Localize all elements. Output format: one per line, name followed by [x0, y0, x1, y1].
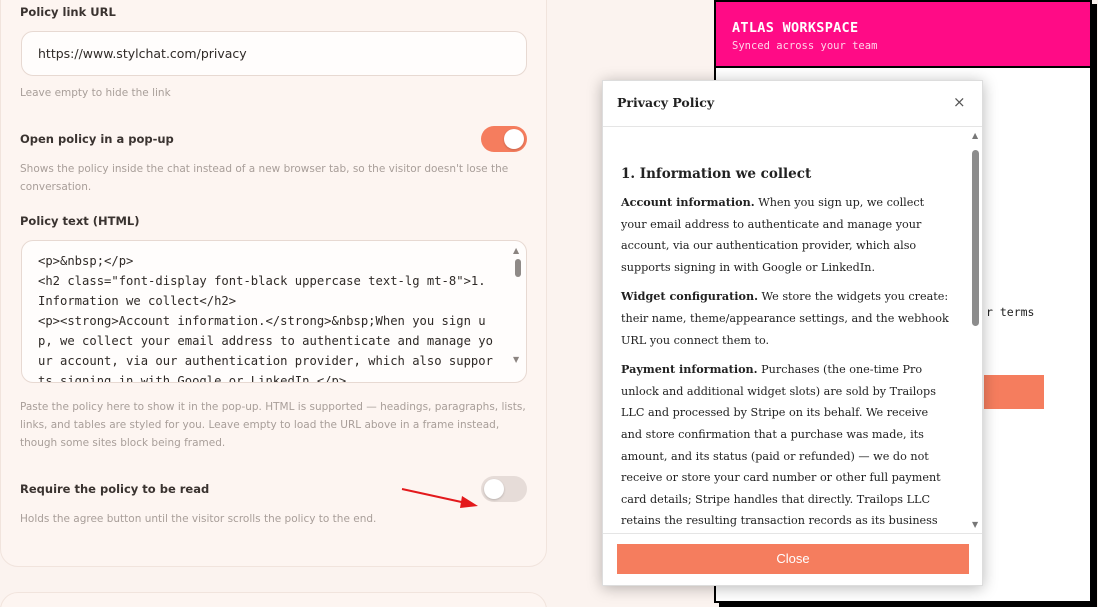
preview-terms-text: r terms — [986, 305, 1035, 319]
policy-url-input[interactable]: https://www.stylchat.com/privacy — [21, 31, 527, 76]
policy-paragraph: Widget configuration. We store the widge… — [621, 286, 951, 351]
require-read-label: Require the policy to be read — [20, 482, 210, 496]
policy-text-content: <p>&nbsp;</p> <h2 class="font-display fo… — [38, 254, 493, 383]
paragraph-text: Purchases (the one-time Pro unlock and a… — [621, 363, 941, 528]
scroll-down-icon[interactable]: ▼ — [972, 520, 978, 529]
policy-settings-card: Policy link URL https://www.stylchat.com… — [0, 0, 547, 567]
modal-body: 1. Information we collect Account inform… — [603, 128, 968, 532]
paragraph-strong: Account information. — [621, 195, 755, 209]
paragraph-strong: Widget configuration. — [621, 289, 758, 304]
toggle-knob — [504, 129, 524, 149]
policy-text-help: Paste the policy here to show it in the … — [20, 401, 526, 449]
preview-title: ATLAS WORKSPACE — [732, 20, 859, 36]
scroll-up-icon[interactable]: ▲ — [513, 246, 519, 255]
policy-text-label: Policy text (HTML) — [20, 214, 140, 228]
preview-agree-button[interactable] — [984, 375, 1044, 409]
preview-header: ATLAS WORKSPACE Synced across your team — [716, 2, 1090, 68]
close-button[interactable]: Close — [617, 544, 969, 574]
modal-footer: Close — [603, 533, 982, 585]
modal-header: Privacy Policy × — [603, 81, 982, 127]
toggle-knob — [484, 479, 504, 499]
require-read-help: Holds the agree button until the visitor… — [20, 513, 377, 525]
scroll-thumb[interactable] — [972, 150, 979, 326]
modal-scrollbar[interactable]: ▲ ▼ — [969, 128, 982, 532]
popup-label: Open policy in a pop-up — [20, 132, 174, 146]
next-settings-card — [0, 592, 547, 607]
popup-help: Shows the policy inside the chat instead… — [20, 163, 509, 193]
popup-toggle[interactable] — [481, 126, 527, 152]
policy-text-textarea[interactable]: <p>&nbsp;</p> <h2 class="font-display fo… — [21, 240, 527, 383]
policy-paragraph: Payment information. Purchases (the one-… — [621, 359, 951, 532]
scroll-thumb[interactable] — [515, 259, 521, 277]
modal-title: Privacy Policy — [617, 95, 715, 110]
scroll-up-icon[interactable]: ▲ — [972, 131, 978, 140]
textarea-scrollbar[interactable]: ▲ ▼ — [512, 243, 524, 382]
paragraph-strong: Payment information. — [621, 362, 758, 377]
preview-subtitle: Synced across your team — [732, 40, 878, 52]
scroll-down-icon[interactable]: ▼ — [513, 355, 519, 364]
policy-heading: 1. Information we collect — [621, 166, 812, 182]
red-arrow-annotation — [401, 488, 478, 508]
privacy-policy-modal: Privacy Policy × 1. Information we colle… — [602, 80, 983, 586]
require-read-toggle[interactable] — [481, 476, 527, 502]
close-icon[interactable]: × — [953, 93, 966, 111]
policy-url-help: Leave empty to hide the link — [20, 87, 171, 99]
policy-url-label: Policy link URL — [20, 5, 116, 19]
policy-content: 1. Information we collect Account inform… — [621, 166, 951, 532]
policy-paragraph: Account information. When you sign up, w… — [621, 192, 951, 278]
